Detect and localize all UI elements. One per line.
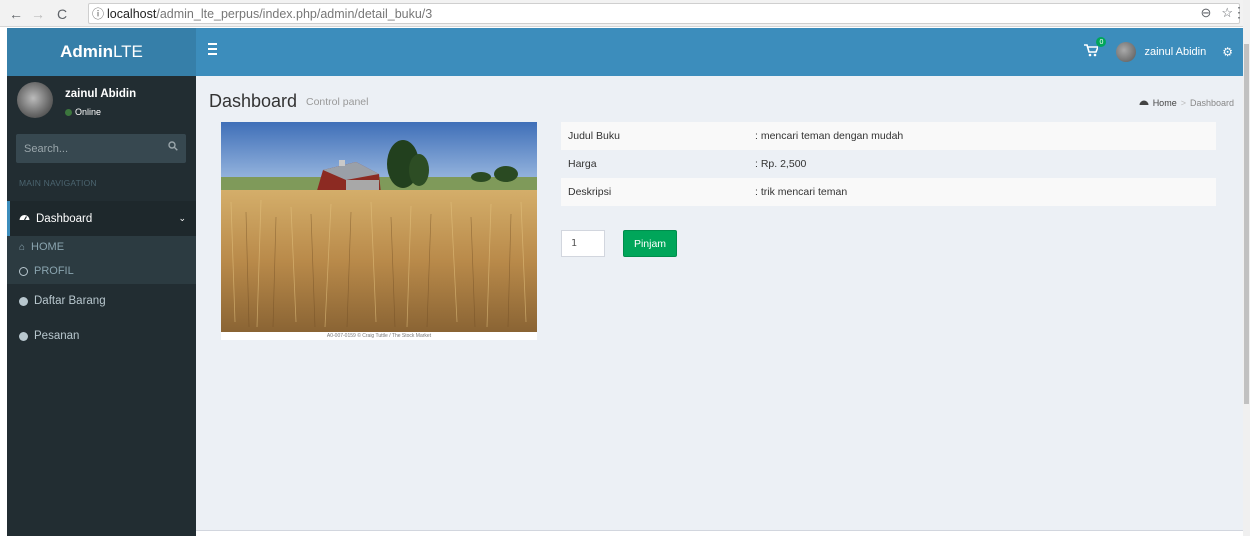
breadcrumb-current: Dashboard	[1189, 98, 1234, 108]
address-bar[interactable]: ⓘ localhost/admin_lte_perpus/index.php/a…	[88, 3, 1240, 24]
user-status: Online	[65, 107, 101, 117]
photo-caption: A0-007-0159 © Craig Tuttle / The Stock M…	[221, 332, 537, 340]
table-row: Judul Buku : mencari teman dengan mudah	[561, 122, 1216, 150]
row-value: : mencari teman dengan mudah	[755, 130, 904, 142]
sidebar-item-label: HOME	[31, 241, 65, 253]
sidebar-item-daftar-barang[interactable]: Daftar Barang	[7, 286, 196, 316]
main-footer	[196, 530, 1243, 536]
book-cover-image: A0-007-0159 © Craig Tuttle / The Stock M…	[221, 122, 537, 340]
scrollbar-thumb[interactable]	[1244, 44, 1249, 404]
sidebar-item-label: Pesanan	[34, 330, 80, 342]
back-arrow-icon[interactable]: ←	[6, 4, 26, 24]
row-value: : trik mencari teman	[755, 186, 848, 198]
sidebar-search-input[interactable]: Search...	[16, 134, 186, 163]
sidebar-item-label: Daftar Barang	[34, 295, 106, 307]
chevron-down-icon: ⌄	[178, 213, 186, 223]
book-detail-table: Judul Buku : mencari teman dengan mudah …	[561, 122, 1216, 206]
browser-toolbar: ← → C ⓘ localhost/admin_lte_perpus/index…	[0, 0, 1250, 27]
row-label: Judul Buku	[568, 130, 620, 142]
breadcrumb-home[interactable]: Home	[1153, 98, 1177, 108]
status-text: Online	[75, 107, 102, 117]
sidebar-user-name: zainul Abidin	[65, 88, 137, 100]
user-panel: zainul Abidin Online	[7, 76, 196, 128]
dashboard-icon	[1139, 98, 1149, 108]
table-row: Deskripsi : trik mencari teman	[561, 178, 1216, 206]
breadcrumb: Home > Dashboard	[1139, 98, 1234, 108]
page-title: Dashboard	[209, 91, 298, 111]
top-navbar: 0 zainul Abidin ⚙	[196, 28, 1243, 76]
breadcrumb-separator: >	[1180, 98, 1186, 108]
dashboard-icon	[19, 212, 30, 225]
circle-icon	[19, 266, 28, 276]
sidebar-item-pesanan[interactable]: Pesanan	[7, 321, 196, 351]
zoom-icon[interactable]: ⊖	[1200, 5, 1211, 21]
home-icon: ⌂	[19, 241, 26, 253]
gears-icon[interactable]: ⚙	[1222, 45, 1233, 59]
content-wrapper: Dashboard Control panel Home > Dashboard	[196, 76, 1243, 536]
url-host: localhost	[107, 6, 157, 21]
nav-header: MAIN NAVIGATION	[19, 178, 97, 188]
logo-bold: Admin	[60, 42, 113, 61]
reload-icon[interactable]: C	[52, 4, 72, 24]
info-icon[interactable]: ⓘ	[89, 5, 107, 22]
sidebar-item-profil[interactable]: PROFIL	[19, 265, 74, 277]
user-avatar	[17, 82, 53, 118]
sidebar-item-dashboard[interactable]: Dashboard ⌄	[7, 201, 196, 236]
url-path: /admin_lte_perpus/index.php/admin/detail…	[156, 6, 433, 21]
page-scrollbar[interactable]	[1243, 0, 1250, 536]
user-menu[interactable]: zainul Abidin	[1116, 42, 1206, 62]
cart-badge: 0	[1096, 37, 1107, 47]
sidebar-item-home[interactable]: ⌂ HOME	[19, 241, 64, 253]
search-icon[interactable]	[168, 141, 178, 154]
sidebar: zainul Abidin Online Search... MAIN NAVI…	[7, 76, 196, 536]
main-header: Admin LTE 0 zainul Abidin ⚙	[7, 28, 1243, 76]
logo[interactable]: Admin LTE	[7, 28, 196, 76]
online-dot-icon	[65, 108, 72, 116]
row-value: : Rp. 2,500	[755, 158, 807, 170]
avatar	[1116, 42, 1137, 62]
cart-icon[interactable]: 0	[1084, 37, 1107, 60]
row-label: Harga	[568, 158, 597, 170]
borrow-button[interactable]: Pinjam	[623, 230, 677, 257]
header-user-name: zainul Abidin	[1144, 46, 1207, 58]
search-placeholder: Search...	[24, 142, 69, 155]
table-row: Harga : Rp. 2,500	[561, 150, 1216, 178]
circle-icon	[19, 296, 28, 306]
sidebar-toggle-icon[interactable]	[208, 43, 226, 58]
sidebar-item-label: PROFIL	[34, 265, 74, 277]
sidebar-item-label: Dashboard	[36, 212, 93, 225]
admin-app: Admin LTE 0 zainul Abidin ⚙ zainul Abidin	[7, 28, 1243, 536]
circle-icon	[19, 331, 28, 341]
forward-arrow-icon[interactable]: →	[28, 4, 48, 24]
quantity-input[interactable]: 1	[561, 230, 605, 257]
page-subtitle: Control panel	[306, 96, 369, 108]
row-label: Deskripsi	[568, 186, 612, 198]
logo-rest: LTE	[112, 42, 143, 61]
